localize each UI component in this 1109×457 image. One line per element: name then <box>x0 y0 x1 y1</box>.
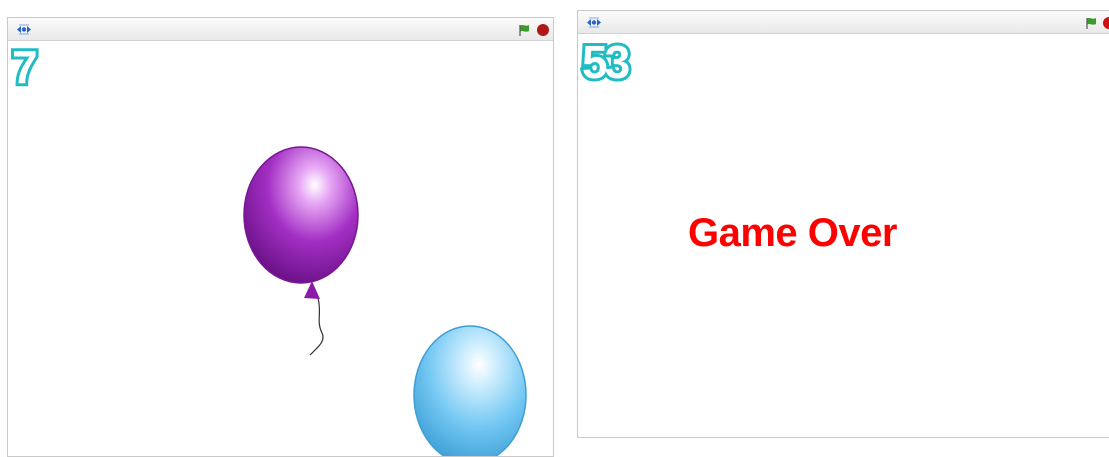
score-display: 53 <box>579 36 633 88</box>
stop-icon[interactable] <box>536 23 550 37</box>
presentation-mode-icon[interactable] <box>586 17 602 28</box>
presentation-mode-icon[interactable] <box>16 24 32 35</box>
stop-icon[interactable] <box>1102 16 1109 30</box>
blue-balloon[interactable] <box>410 323 530 457</box>
stage-toolbar <box>8 18 553 41</box>
purple-balloon[interactable] <box>238 143 368 358</box>
game-over-message: Game Over <box>688 211 897 255</box>
score-display: 7 <box>9 41 40 93</box>
green-flag-icon[interactable] <box>1084 16 1098 30</box>
green-flag-icon[interactable] <box>517 23 531 37</box>
stage-right: 53 Game Over <box>577 10 1109 438</box>
stage-toolbar <box>578 11 1109 34</box>
stage-left: 7 <box>7 17 554 457</box>
